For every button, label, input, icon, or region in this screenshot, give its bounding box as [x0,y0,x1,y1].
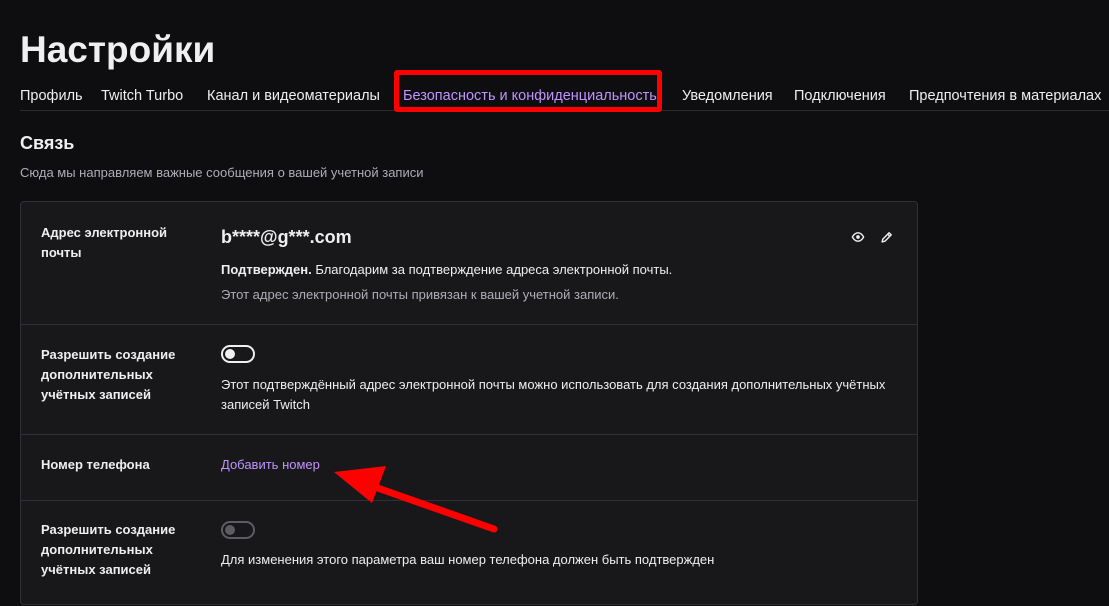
tab-notifications[interactable]: Уведомления [682,87,773,105]
section-description: Сюда мы направляем важные сообщения о ва… [20,165,424,180]
toggle-knob [225,525,235,535]
toggle-knob [225,349,235,359]
email-label: Адрес электронной почты [41,225,168,260]
email-additional-accounts-label: Разрешить создание дополнительных учётны… [41,347,176,402]
phone-additional-accounts-label: Разрешить создание дополнительных учётны… [41,522,176,577]
tab-connections[interactable]: Подключения [794,87,886,105]
email-note: Этот адрес электронной почты привязан к … [221,287,619,302]
email-additional-accounts-row: Разрешить создание дополнительных учётны… [21,324,917,435]
page-title: Настройки [20,29,216,70]
email-value: b****@g***.com [221,227,352,247]
tab-content-preferences[interactable]: Предпочтения в материалах [909,87,1101,105]
email-additional-accounts-description: Этот подтверждённый адрес электронной по… [221,377,886,412]
tab-twitch-turbo[interactable]: Twitch Turbo [101,87,183,105]
phone-additional-accounts-row: Разрешить создание дополнительных учётны… [21,500,917,604]
email-status-text: Благодарим за подтверждение адреса элект… [311,262,673,277]
add-phone-link[interactable]: Добавить номер [221,455,320,475]
tab-profile[interactable]: Профиль [20,87,83,105]
tab-security-and-privacy[interactable]: Безопасность и конфиденциальность [403,87,657,110]
pencil-icon[interactable] [878,228,896,246]
phone-label: Номер телефона [41,457,150,472]
email-status-verified: Подтвержден. [221,262,312,277]
tab-channel-and-videos[interactable]: Канал и видеоматериалы [207,87,380,105]
email-status: Подтвержден. Благодарим за подтверждение… [221,260,672,280]
contact-settings-card: Адрес электронной почты b****@g***.com П… [20,201,918,605]
phone-additional-accounts-toggle[interactable] [221,521,255,539]
section-title: Связь [20,133,75,153]
eye-icon[interactable] [849,228,867,246]
phone-additional-accounts-description: Для изменения этого параметра ваш номер … [221,552,715,567]
email-additional-accounts-toggle[interactable] [221,345,255,363]
settings-tabs: Профиль Twitch Turbo Канал и видеоматери… [20,80,1109,111]
email-row: Адрес электронной почты b****@g***.com П… [21,202,917,325]
phone-row: Номер телефона Добавить номер [21,434,917,501]
